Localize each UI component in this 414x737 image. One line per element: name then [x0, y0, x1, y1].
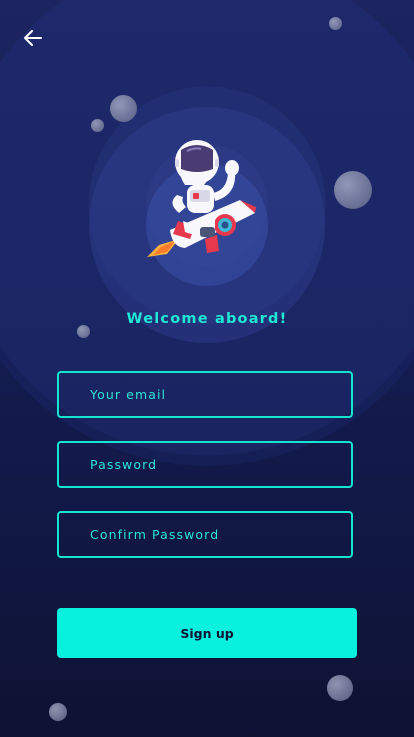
confirm-password-input[interactable]	[88, 526, 351, 543]
planet-decoration	[327, 675, 353, 701]
astronaut-rocket-illustration	[145, 135, 265, 270]
email-input[interactable]	[88, 386, 351, 403]
signup-button[interactable]: Sign up	[57, 608, 357, 658]
back-button[interactable]	[20, 27, 46, 53]
welcome-heading: Welcome aboard!	[126, 311, 288, 327]
planet-decoration	[49, 703, 67, 721]
planet-decoration	[334, 171, 372, 209]
planet-decoration	[110, 95, 137, 122]
signup-screen: Welcome aboard! Sign up	[0, 0, 414, 737]
planet-decoration	[91, 119, 104, 132]
planet-decoration	[329, 17, 342, 30]
confirm-password-field[interactable]	[57, 511, 353, 558]
password-field[interactable]	[57, 441, 353, 488]
email-field[interactable]	[57, 371, 353, 418]
arrow-left-icon	[24, 30, 42, 50]
astronaut-rocket-icon	[147, 140, 256, 257]
password-input[interactable]	[88, 456, 351, 473]
